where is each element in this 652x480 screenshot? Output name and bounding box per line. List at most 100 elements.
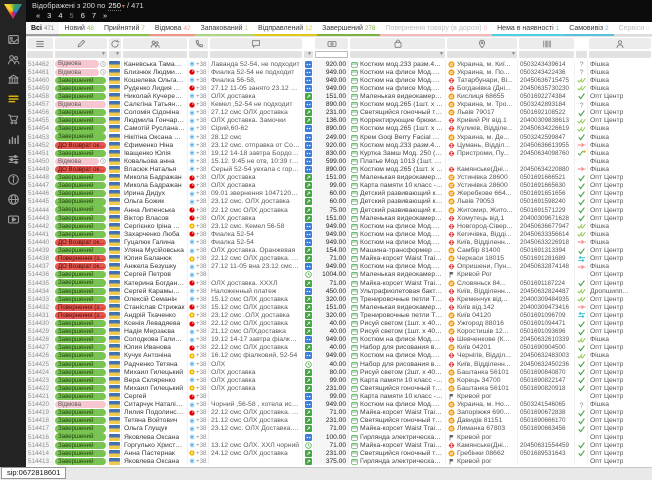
- ttn-number[interactable]: 0501690822147: [520, 377, 566, 384]
- order-row[interactable]: 514439 Завершений Уляна Мусійовська +38 …: [26, 247, 652, 255]
- order-row[interactable]: 514447 Завершений Микола Бадражан +38 ОЛ…: [26, 182, 652, 190]
- order-row[interactable]: 514422 Завершений Михаил Гилецький +38 О…: [26, 384, 652, 392]
- ttn-number[interactable]: 20450634220880: [520, 166, 569, 173]
- order-row[interactable]: 514461 Відмова Близнюк Людмила ... +38 Ф…: [26, 68, 652, 76]
- client-name[interactable]: Нікітіна Оксана Дми...: [124, 134, 185, 141]
- status-badge[interactable]: Завершений: [55, 385, 106, 392]
- client-name[interactable]: Станіслав Стрижак: [124, 304, 185, 311]
- column-header-ttn[interactable]: [519, 38, 574, 49]
- status-badge[interactable]: Завершений: [55, 150, 106, 157]
- client-name[interactable]: Солодкова Галина В...: [124, 336, 185, 343]
- status-badge[interactable]: Завершений: [55, 377, 106, 384]
- client-name[interactable]: Яковлева Оксана: [124, 434, 179, 441]
- tab-4[interactable]: Запакований 1: [195, 22, 253, 36]
- client-name[interactable]: Лилия Подолинская: [124, 409, 185, 416]
- client-name[interactable]: Сергей Карамышев: [124, 288, 185, 295]
- status-badge[interactable]: ДО Возврат ок...: [55, 166, 106, 173]
- order-row[interactable]: 514428 Завершений Солодкова Галина В... …: [26, 336, 652, 344]
- column-header-flag[interactable]: [109, 38, 121, 49]
- client-name[interactable]: Катерина Богданова: [124, 280, 185, 287]
- client-name[interactable]: Анжела Безушку: [124, 263, 176, 270]
- order-row[interactable]: 514420 Відмова Ситарчук Наталія Гр... +3…: [26, 401, 652, 409]
- status-badge[interactable]: Завершений: [55, 279, 106, 286]
- status-badge[interactable]: Завершений: [55, 85, 106, 92]
- order-row[interactable]: 514450 Відмова Ковальова анна +38 15.12.…: [26, 157, 652, 165]
- client-name[interactable]: Уляна Мусійовська: [124, 247, 184, 254]
- status-badge[interactable]: Повернення (з...: [55, 255, 106, 262]
- tab-2[interactable]: Прийнятий 7: [99, 22, 150, 36]
- filter-tstat[interactable]: [576, 51, 587, 58]
- ttn-number[interactable]: 0501690672838: [520, 409, 566, 416]
- order-row[interactable]: 514441 Завершений Захарченко Люба +38 Фи…: [26, 230, 652, 238]
- sidebar-item-orders[interactable]: [0, 89, 26, 109]
- order-row[interactable]: 514457 Відмова Салєгіна Татьяна С... +38…: [26, 101, 652, 109]
- status-badge[interactable]: Завершений: [55, 117, 106, 124]
- tab-1[interactable]: Новий 48: [59, 22, 99, 36]
- status-badge[interactable]: Завершений: [55, 328, 106, 335]
- status-badge[interactable]: Завершений: [55, 174, 106, 181]
- ttn-number[interactable]: 0501689531643: [520, 450, 566, 457]
- order-row[interactable]: 514423 Завершений Вера Скляренко +38 ОЛХ…: [26, 376, 652, 384]
- status-badge[interactable]: Завершений: [55, 109, 106, 116]
- order-row[interactable]: 514459 Завершений Руденко Лидия Пав... +…: [26, 84, 652, 92]
- client-name[interactable]: Сергієнко Іріна Ми...: [124, 223, 185, 230]
- sidebar-item-stats[interactable]: [0, 129, 26, 149]
- sidebar-item-cards[interactable]: [0, 29, 26, 49]
- ttn-number[interactable]: 0501691096709: [520, 312, 566, 319]
- status-badge[interactable]: Завершений: [55, 458, 106, 465]
- order-row[interactable]: 514427 Завершений Юлия Иванова +38 22.12…: [26, 344, 652, 352]
- sidebar-item-video[interactable]: [0, 209, 26, 229]
- status-badge[interactable]: Завершений: [55, 336, 106, 343]
- status-badge[interactable]: Завершений: [55, 417, 106, 424]
- ttn-number[interactable]: 20450636613955: [520, 142, 569, 149]
- order-row[interactable]: 514456 Завершений Соломія Сідоніна +38 2…: [26, 109, 652, 117]
- order-row[interactable]: 514448 Завершений Микола Бадражан +38 ОЛ…: [26, 174, 652, 182]
- ttn-number[interactable]: 20400309473416: [520, 304, 569, 311]
- ttn-number[interactable]: 0501691665630: [520, 182, 566, 189]
- status-badge[interactable]: Завершений: [55, 344, 106, 351]
- client-name[interactable]: Кошелева Ольга Ар...: [124, 77, 185, 84]
- filter-id[interactable]: [27, 51, 53, 58]
- ttn-number[interactable]: 0503242893184: [520, 101, 566, 108]
- order-row[interactable]: 514415 Завершений Горгулько Христина... …: [26, 441, 652, 449]
- tab-7[interactable]: Повернення товару (в дорозі) 0: [380, 22, 492, 36]
- ttn-number[interactable]: 20450632874148: [520, 263, 569, 270]
- client-name[interactable]: Микола Бадражан: [124, 182, 182, 189]
- status-badge[interactable]: Завершений: [55, 369, 106, 376]
- order-row[interactable]: 514443 Завершений Віктор Власов +38 ОЛХ …: [26, 214, 652, 222]
- client-name[interactable]: Яковлева Оксана: [124, 458, 179, 465]
- order-row[interactable]: 514429 Завершений Надія Мерзаєва +38 21.…: [26, 328, 652, 336]
- column-header-supplier[interactable]: [589, 38, 651, 49]
- client-name[interactable]: Ксенія Левадяева: [124, 320, 180, 327]
- client-name[interactable]: Єфименко Ніна: [124, 142, 173, 149]
- client-name[interactable]: Анна Липенська: [124, 207, 175, 214]
- order-row[interactable]: 514418 Завершений Тетяна Войтович +38 21…: [26, 417, 652, 425]
- client-name[interactable]: Віктор Власов: [124, 215, 169, 222]
- ttn-number[interactable]: 0501691187224: [520, 280, 565, 287]
- ttn-number[interactable]: 20400309671628: [520, 215, 569, 222]
- status-badge[interactable]: Завершений: [55, 247, 106, 254]
- order-row[interactable]: 514425 Завершений Радченко Тетяна +38 ОЛ…: [26, 360, 652, 368]
- sidebar-item-cart[interactable]: [0, 109, 26, 129]
- column-header-op[interactable]: [189, 38, 208, 49]
- tab-0[interactable]: Всі 471: [26, 22, 59, 36]
- status-badge[interactable]: Відмова: [55, 69, 99, 76]
- filter-op[interactable]: [189, 51, 208, 58]
- ttn-number[interactable]: 0501691281689: [520, 255, 566, 262]
- tab-10[interactable]: Сервіси 0: [614, 22, 652, 36]
- column-header-price[interactable]: [315, 38, 348, 49]
- status-badge[interactable]: Завершений: [55, 77, 106, 84]
- order-row[interactable]: 514426 Завершений Кучук Антоніна +38 16.…: [26, 352, 652, 360]
- status-badge[interactable]: Завершений: [55, 133, 106, 140]
- ttn-number[interactable]: 0501691313394: [520, 247, 566, 254]
- ttn-number[interactable]: 20450632450236: [520, 361, 569, 368]
- filter-product[interactable]: ▼: [350, 51, 445, 58]
- order-row[interactable]: 514433 Завершений Олексій Семанін +38 15…: [26, 295, 652, 303]
- column-header-name[interactable]: [123, 38, 187, 49]
- tab-6[interactable]: Завершений 278: [317, 22, 380, 36]
- ttn-number[interactable]: 20450636677947: [520, 223, 569, 230]
- status-badge[interactable]: Завершений: [55, 320, 106, 327]
- order-row[interactable]: 514432 Повернення (з... Станіслав Стрижа…: [26, 303, 652, 311]
- order-row[interactable]: 514414 Завершений Анна Пастернак +38 24.…: [26, 449, 652, 457]
- ttn-number[interactable]: 20450633356614: [520, 231, 569, 238]
